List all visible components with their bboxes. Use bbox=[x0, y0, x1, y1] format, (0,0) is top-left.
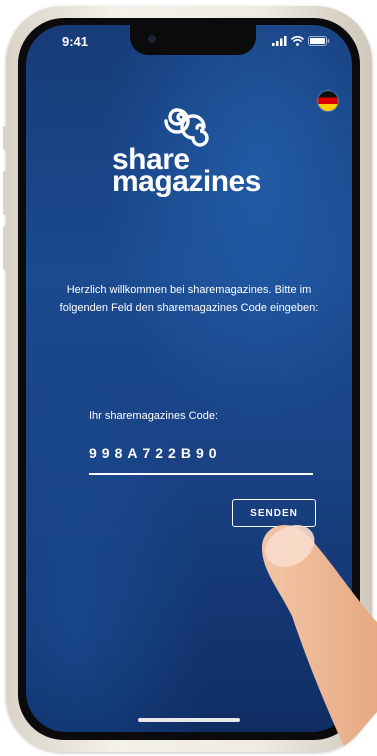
dynamic-notch bbox=[130, 25, 256, 55]
welcome-message: Herzlich willkommen bei sharemagazines. … bbox=[59, 284, 319, 314]
code-field-label: Ihr sharemagazines Code: bbox=[89, 410, 219, 422]
sharemagazines-logo: share magazines bbox=[26, 101, 352, 198]
status-icons bbox=[272, 36, 330, 46]
home-indicator[interactable] bbox=[138, 718, 240, 722]
cellular-signal-icon bbox=[272, 36, 287, 46]
battery-icon bbox=[308, 36, 330, 46]
status-time: 9:41 bbox=[62, 34, 89, 49]
wifi-icon bbox=[291, 36, 304, 46]
logo-line-magazines: magazines bbox=[112, 165, 261, 198]
phone-frame: 9:41 share magazines Herzlich willkommen… bbox=[3, 6, 372, 752]
app-screen: 9:41 share magazines Herzlich willkommen… bbox=[26, 25, 352, 732]
swirl-logo-icon bbox=[164, 108, 209, 147]
action-button bbox=[3, 126, 7, 150]
logo-wordmark: share magazines bbox=[112, 145, 266, 198]
code-input[interactable] bbox=[89, 439, 313, 475]
camera-icon bbox=[148, 35, 156, 43]
volume-down-button bbox=[3, 226, 7, 270]
volume-up-button bbox=[3, 171, 7, 215]
send-button[interactable]: SENDEN bbox=[232, 499, 316, 527]
